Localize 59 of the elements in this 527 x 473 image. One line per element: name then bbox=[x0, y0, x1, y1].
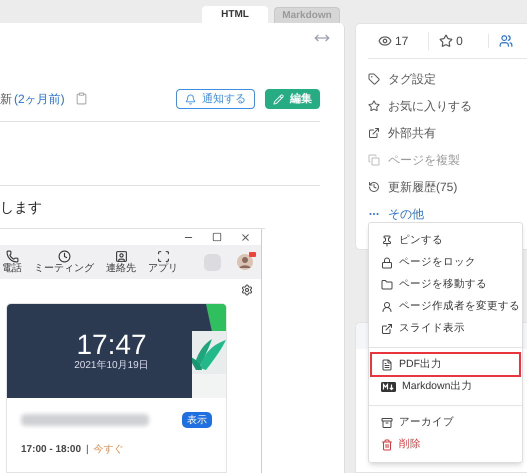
people-icon[interactable] bbox=[499, 34, 514, 48]
menu-item[interactable]: 削除 bbox=[372, 434, 519, 455]
phone-icon bbox=[6, 250, 18, 263]
pin-icon bbox=[381, 234, 393, 246]
menu-item[interactable]: アーカイブ bbox=[372, 412, 519, 433]
menu-item[interactable]: スライド表示 bbox=[372, 318, 519, 339]
apps-icon bbox=[156, 250, 170, 263]
menu-item[interactable]: ページを移動する bbox=[372, 274, 519, 295]
file-icon bbox=[381, 358, 393, 370]
sidebar-item[interactable]: タグ設定 bbox=[368, 69, 527, 88]
stat-count: 0 bbox=[456, 33, 463, 50]
copy-icon bbox=[368, 154, 380, 166]
clock-icon bbox=[58, 250, 70, 263]
clock-time: 17:47 bbox=[76, 330, 147, 360]
body-text: します bbox=[0, 198, 42, 216]
clock-date: 2021年10月19日 bbox=[74, 360, 149, 372]
nav-tab[interactable]: 連絡先 bbox=[106, 250, 136, 274]
event-time: 17:00 - 18:00 bbox=[21, 443, 82, 457]
separator: | bbox=[86, 443, 89, 457]
folder-icon bbox=[381, 278, 393, 290]
trash-icon bbox=[381, 438, 393, 450]
history-icon bbox=[368, 180, 380, 192]
pencil-icon bbox=[273, 94, 284, 104]
updated-label: 新 bbox=[0, 91, 12, 108]
external-link-icon bbox=[368, 126, 380, 138]
event-status: 今すぐ bbox=[94, 443, 124, 457]
tab[interactable]: HTML bbox=[202, 6, 268, 23]
eye-icon bbox=[378, 34, 392, 48]
archive-icon bbox=[381, 416, 393, 428]
stat-count: 17 bbox=[395, 33, 408, 50]
markdown-icon bbox=[381, 382, 396, 392]
external-link-icon bbox=[381, 322, 393, 334]
menu-item[interactable]: Markdown出力 bbox=[372, 376, 519, 397]
menu-item[interactable]: ピンする bbox=[372, 230, 519, 251]
maximize-icon[interactable] bbox=[212, 232, 222, 242]
tag-icon bbox=[368, 72, 380, 84]
nav-tab[interactable]: アプリ bbox=[148, 250, 178, 274]
updated-link[interactable]: (2ヶ月前) bbox=[14, 89, 65, 109]
contact-card-icon bbox=[114, 250, 128, 263]
nav-tab[interactable]: 電話 bbox=[2, 250, 22, 274]
avatar[interactable] bbox=[237, 254, 253, 270]
star-icon bbox=[439, 34, 454, 48]
sidebar-item[interactable]: 更新履歴(75) bbox=[368, 177, 527, 196]
person-icon bbox=[381, 300, 393, 312]
view-button[interactable]: 表示 bbox=[182, 412, 212, 428]
bell-icon bbox=[185, 94, 196, 104]
nav-tab[interactable]: ミーティング bbox=[34, 250, 94, 274]
menu-item[interactable]: ページ作成者を変更する bbox=[372, 296, 519, 317]
sidebar-item[interactable]: お気に入りする bbox=[368, 96, 527, 115]
settings-icon[interactable] bbox=[241, 284, 253, 296]
clipboard-icon[interactable] bbox=[74, 92, 88, 105]
notification-badge bbox=[249, 252, 256, 257]
sidebar-item[interactable]: その他 bbox=[368, 204, 527, 223]
star-icon bbox=[368, 100, 380, 112]
menu-item[interactable]: ページをロック bbox=[372, 252, 519, 273]
close-icon[interactable] bbox=[240, 232, 251, 242]
menu-item[interactable]: PDF出力 bbox=[372, 354, 519, 375]
lock-icon bbox=[381, 256, 393, 268]
sidebar-item[interactable]: 外部共有 bbox=[368, 123, 527, 142]
